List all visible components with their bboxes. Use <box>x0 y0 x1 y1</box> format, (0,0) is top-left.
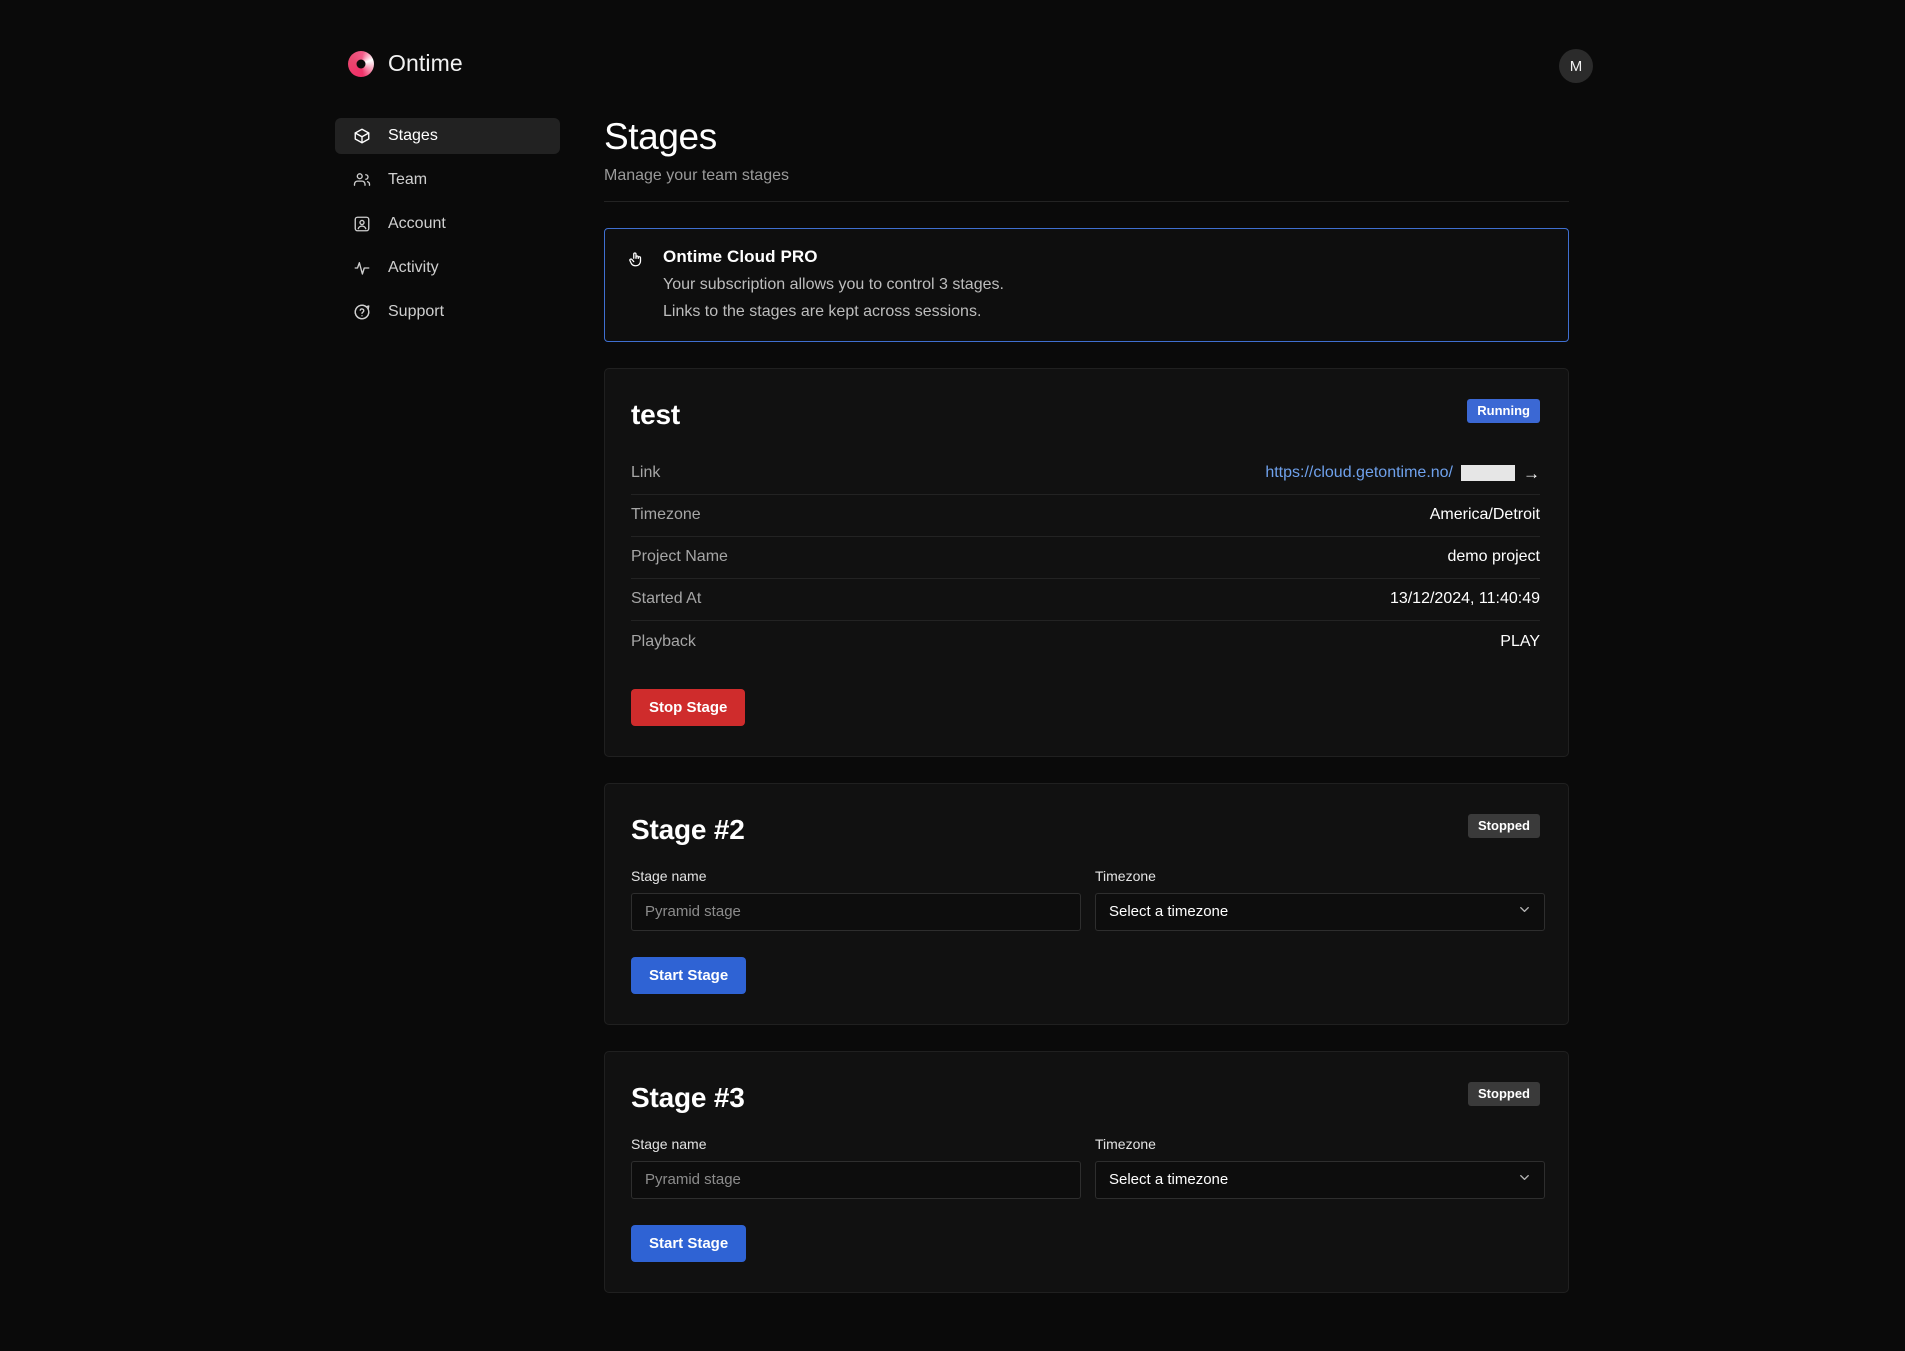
stage-name: Stage #2 <box>631 813 745 845</box>
sidebar-item-account[interactable]: Account <box>335 206 560 242</box>
user-square-icon <box>353 215 371 233</box>
stage-name-field-group: Stage name <box>631 868 1081 931</box>
stage-name: test <box>631 398 680 430</box>
stage-actions: Stop Stage <box>631 688 1540 726</box>
detail-value: America/Detroit <box>1429 506 1540 524</box>
app-root: Ontime M Stages Team Account Activity Su… <box>0 0 1905 1351</box>
stage-link-text: https://cloud.getontime.no/ <box>1265 464 1453 482</box>
detail-value: 13/12/2024, 11:40:49 <box>1389 590 1540 608</box>
brand-name: Ontime <box>388 50 463 76</box>
ontime-logo-icon <box>348 50 374 77</box>
detail-key: Started At <box>631 590 702 608</box>
banner-title: Ontime Cloud PRO <box>663 246 818 266</box>
help-circle-icon <box>353 303 371 321</box>
users-icon <box>353 171 371 189</box>
stage-detail-list: Link https://cloud.getontime.no/ → Timez… <box>631 453 1540 663</box>
sidebar-item-label: Activity <box>388 259 439 276</box>
avatar[interactable]: M <box>1559 49 1593 83</box>
detail-value: PLAY <box>1500 632 1540 650</box>
redacted-link-segment <box>1461 465 1515 482</box>
stage-card-header: Stage #3 Stopped <box>631 1081 1540 1114</box>
chevron-down-icon <box>1517 1170 1532 1190</box>
sidebar-item-label: Team <box>388 171 428 188</box>
stage-card-3: Stage #3 Stopped Stage name Timezone Sel… <box>604 1050 1569 1293</box>
page-subtitle: Manage your team stages <box>604 166 789 184</box>
box-icon <box>353 127 371 145</box>
timezone-selected-value: Select a timezone <box>1109 903 1229 921</box>
stage-form: Stage name Timezone Select a timezone <box>631 868 1545 931</box>
sidebar-item-activity[interactable]: Activity <box>335 250 560 286</box>
detail-key: Timezone <box>631 506 701 524</box>
status-badge: Stopped <box>1468 813 1540 839</box>
detail-row-started-at: Started At 13/12/2024, 11:40:49 <box>631 579 1540 621</box>
page-title: Stages <box>604 116 717 157</box>
banner-line-1: Your subscription allows you to control … <box>663 275 1004 293</box>
detail-row-link: Link https://cloud.getontime.no/ → <box>631 453 1540 495</box>
timezone-select[interactable]: Select a timezone <box>1095 1160 1545 1199</box>
detail-key: Project Name <box>631 548 728 566</box>
start-stage-button[interactable]: Start Stage <box>631 956 747 994</box>
stage-form: Stage name Timezone Select a timezone <box>631 1136 1545 1199</box>
sidebar-item-label: Account <box>388 215 446 232</box>
status-badge: Running <box>1467 398 1540 424</box>
detail-row-project-name: Project Name demo project <box>631 537 1540 579</box>
sidebar-item-label: Stages <box>388 127 438 144</box>
timezone-select[interactable]: Select a timezone <box>1095 892 1545 931</box>
stage-link[interactable]: https://cloud.getontime.no/ → <box>1265 464 1540 482</box>
stage-card-running: test Running Link https://cloud.getontim… <box>604 367 1569 757</box>
stage-card-header: Stage #2 Stopped <box>631 813 1540 846</box>
detail-row-timezone: Timezone America/Detroit <box>631 495 1540 537</box>
stage-name-input[interactable] <box>631 892 1081 931</box>
activity-pulse-icon <box>353 259 371 277</box>
start-stage-button[interactable]: Start Stage <box>631 1224 747 1262</box>
arrow-right-icon: → <box>1523 463 1540 483</box>
banner-line-2: Links to the stages are kept across sess… <box>663 302 982 320</box>
timezone-field-group: Timezone Select a timezone <box>1095 868 1545 931</box>
stop-stage-button[interactable]: Stop Stage <box>631 688 746 726</box>
sidebar: Stages Team Account Activity Support <box>335 118 560 338</box>
main-content: Stages Manage your team stages Ontime Cl… <box>604 116 1569 1293</box>
stage-name-input[interactable] <box>631 1160 1081 1199</box>
stage-card-2: Stage #2 Stopped Stage name Timezone Sel… <box>604 782 1569 1025</box>
stage-name-field-group: Stage name <box>631 1136 1081 1199</box>
timezone-label: Timezone <box>1095 1135 1156 1152</box>
detail-value: demo project <box>1447 548 1541 566</box>
chevron-down-icon <box>1517 902 1532 922</box>
sidebar-item-team[interactable]: Team <box>335 162 560 198</box>
stage-name-label: Stage name <box>631 867 707 884</box>
pointer-hand-icon <box>627 250 645 321</box>
detail-key: Link <box>631 464 661 482</box>
status-badge: Stopped <box>1468 1081 1540 1107</box>
sidebar-item-label: Support <box>388 303 445 320</box>
sidebar-item-stages[interactable]: Stages <box>335 118 560 154</box>
timezone-field-group: Timezone Select a timezone <box>1095 1136 1545 1199</box>
avatar-initial: M <box>1569 57 1583 75</box>
stage-actions: Start Stage <box>631 956 1540 994</box>
subscription-banner: Ontime Cloud PRO Your subscription allow… <box>604 227 1569 342</box>
stage-name-label: Stage name <box>631 1135 707 1152</box>
app-header: Ontime M <box>0 0 1905 108</box>
stage-name: Stage #3 <box>631 1081 745 1113</box>
detail-key: Playback <box>631 632 696 650</box>
title-divider <box>604 200 1569 202</box>
detail-row-playback: Playback PLAY <box>631 621 1540 663</box>
timezone-selected-value: Select a timezone <box>1109 1171 1229 1189</box>
stage-actions: Start Stage <box>631 1224 1540 1262</box>
stage-card-header: test Running <box>631 398 1540 431</box>
brand[interactable]: Ontime <box>348 50 463 77</box>
timezone-label: Timezone <box>1095 867 1156 884</box>
sidebar-item-support[interactable]: Support <box>335 294 560 330</box>
